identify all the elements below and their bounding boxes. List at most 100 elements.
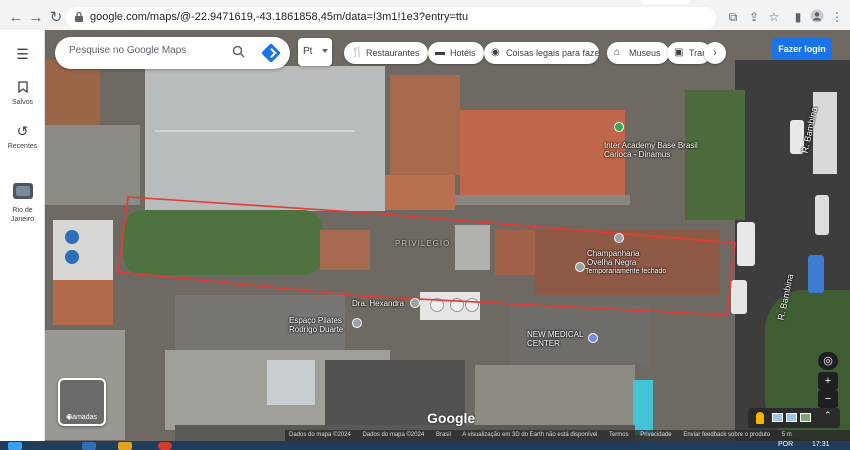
star-icon[interactable]: ☆: [766, 9, 782, 25]
kebab-menu-icon[interactable]: ⋮: [829, 9, 845, 25]
chevron-right-icon[interactable]: ›: [704, 42, 726, 64]
share-icon[interactable]: ⇪: [746, 9, 762, 25]
camera-icon: ◉: [491, 47, 500, 58]
chip-label: Hotéis: [450, 48, 476, 58]
chip-label: Museus: [629, 48, 661, 58]
search-box: [55, 37, 290, 69]
pool: [633, 380, 653, 435]
place-pin-icon[interactable]: [352, 318, 362, 328]
footer-3d-note: A visualização em 3D do Earth não está d…: [462, 432, 598, 438]
recent-place-button[interactable]: Rio de Janeiro: [0, 182, 45, 224]
place-label-pilates[interactable]: Espaço Pilates Rodrigo Duarte: [289, 316, 351, 334]
pegman-icon[interactable]: [756, 412, 764, 424]
zoom-in-button[interactable]: +: [818, 372, 838, 390]
roof-tiles: [45, 60, 100, 125]
reload-icon[interactable]: ↻: [46, 8, 66, 28]
address-bar[interactable]: google.com/maps/@-22.9471619,-43.1861858…: [66, 7, 716, 29]
recents-button[interactable]: ↺ Recentes: [0, 123, 45, 150]
water-tank: [430, 298, 444, 312]
place-pin-icon[interactable]: [614, 122, 624, 132]
taskbar-app-icon[interactable]: [82, 442, 96, 450]
water-tank: [450, 298, 464, 312]
clock[interactable]: 17:31: [812, 441, 830, 448]
chip-museums[interactable]: ⌂ Museus: [607, 42, 669, 64]
imagery-thumbnail[interactable]: [786, 413, 797, 422]
watermark: PRIVILEGIO: [395, 239, 451, 248]
browser-tab[interactable]: [640, 0, 690, 4]
car: [731, 280, 747, 314]
hamburger-icon[interactable]: ☰: [0, 46, 45, 66]
google-logo: Google: [427, 410, 476, 426]
roof-tiles: [385, 175, 455, 210]
imagery-thumbnail[interactable]: [800, 413, 811, 422]
directions-icon[interactable]: [261, 43, 281, 63]
roof-edge: [450, 195, 630, 205]
museum-icon: ⌂: [614, 47, 621, 58]
fork-knife-icon: 🍴: [351, 47, 364, 58]
place-thumbnail: [0, 182, 45, 203]
language-value: Pt: [303, 46, 313, 57]
zoom-out-button[interactable]: −: [818, 390, 838, 408]
my-location-icon[interactable]: ◎: [818, 352, 838, 370]
footer-copyright[interactable]: Dados do mapa ©2024: [362, 432, 424, 438]
search-icon[interactable]: [232, 45, 245, 61]
recent-place-label: Rio de Janeiro: [11, 207, 34, 223]
back-icon[interactable]: ←: [6, 8, 26, 28]
footer-copyright[interactable]: Dados do mapa ©2024: [289, 432, 351, 438]
saved-label: Salvos: [11, 99, 33, 106]
car: [815, 195, 829, 235]
footer-terms-link[interactable]: Termos: [609, 432, 629, 438]
roof-tiles: [320, 230, 370, 270]
footer-feedback-link[interactable]: Enviar feedback sobre o produto: [683, 432, 770, 438]
chip-restaurants[interactable]: 🍴 Restaurantes: [344, 42, 428, 64]
chip-label: Restaurantes: [366, 48, 420, 58]
footer-region[interactable]: Brasil: [436, 432, 451, 438]
place-status: Temporariamente fechado: [585, 268, 667, 275]
map-footer: Dados do mapa ©2024 Dados do mapa ©2024 …: [285, 430, 850, 441]
place-label-inter-academy[interactable]: Inter Academy Base Brasil Carioca - Dina…: [604, 141, 709, 159]
transit-icon: ▣: [674, 47, 684, 58]
roof-tiles: [53, 280, 113, 325]
satellite-map[interactable]: [45, 30, 850, 441]
history-icon: ↺: [16, 123, 29, 139]
site-info-icon[interactable]: [74, 11, 84, 23]
place-pin-icon[interactable]: [575, 262, 585, 272]
place-label-champanharia[interactable]: Champanharia Ovelha Negra: [587, 249, 647, 267]
install-app-icon[interactable]: ⧉: [725, 9, 741, 25]
sidepanel-icon[interactable]: ▮: [790, 9, 806, 25]
windows-start-icon[interactable]: [8, 442, 22, 450]
roof-tiles: [495, 230, 535, 275]
layers-button[interactable]: ◈ Camadas: [58, 378, 106, 426]
roof-seam: [155, 130, 355, 132]
language-indicator[interactable]: POR: [778, 441, 793, 448]
bookmark-icon: [0, 80, 45, 96]
taskbar-app-icon[interactable]: [118, 442, 132, 450]
place-label-hexandra[interactable]: Dra. Hexandra: [352, 299, 404, 308]
expand-icon[interactable]: ⌃: [824, 410, 832, 421]
saved-button[interactable]: Salvos: [0, 80, 45, 106]
medical-pin-icon[interactable]: [588, 333, 598, 343]
taskbar: POR 17:31: [0, 441, 850, 450]
chrome-icon[interactable]: [158, 442, 172, 450]
side-rail: ☰ Salvos ↺ Recentes Rio de Janeiro: [0, 30, 45, 441]
place-pin-icon[interactable]: [410, 298, 420, 308]
language-select[interactable]: Pt: [298, 38, 332, 66]
place-label-medical[interactable]: NEW MEDICAL CENTER: [527, 330, 587, 348]
login-button[interactable]: Fazer login: [772, 38, 832, 60]
place-pin-icon[interactable]: [614, 233, 624, 243]
footer-privacy-link[interactable]: Privacidade: [640, 432, 671, 438]
roof-tiles: [390, 75, 460, 175]
chip-things-to-do[interactable]: ◉ Coisas legais para fazer: [484, 42, 599, 64]
search-input[interactable]: [69, 45, 229, 56]
water-tank: [65, 250, 79, 264]
forward-icon[interactable]: →: [26, 8, 46, 28]
roof-tiles-orange: [460, 110, 625, 195]
profile-icon[interactable]: [809, 9, 825, 25]
scale-label[interactable]: 5 m: [782, 432, 792, 438]
car: [808, 255, 824, 293]
imagery-thumbnail[interactable]: [772, 413, 783, 422]
chip-hotels[interactable]: ▬ Hotéis: [428, 42, 484, 64]
truck: [813, 92, 837, 174]
water-tank: [65, 230, 79, 244]
chevron-down-icon: [322, 49, 328, 53]
